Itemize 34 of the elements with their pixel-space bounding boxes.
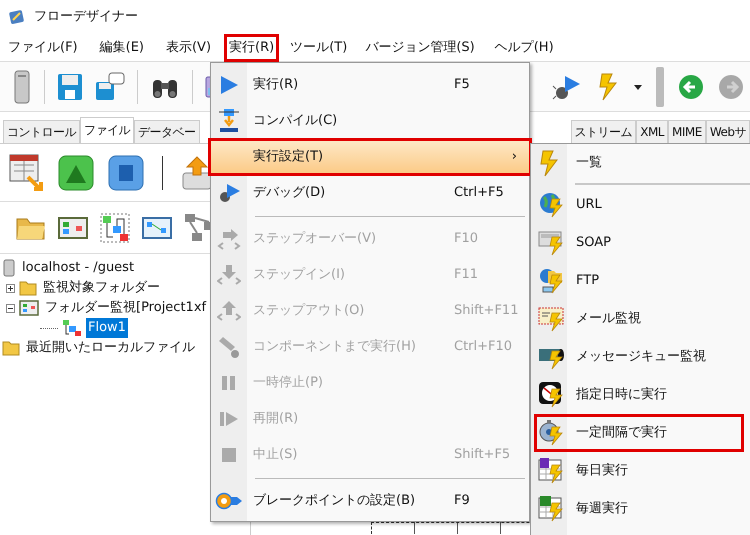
menu-item[interactable]: ファイル(F) — [3, 34, 83, 62]
menu-item[interactable]: デバッグ(D) Ctrl+F5 — [209, 175, 531, 211]
tab[interactable]: ストリーム — [570, 120, 636, 143]
window-title: フローデザイナー — [34, 8, 138, 26]
menu-item[interactable]: 一定間隔で実行 — [534, 414, 744, 452]
tab[interactable]: コントロール — [3, 120, 80, 143]
menu-item[interactable]: コンパイル(C) — [209, 103, 531, 139]
menu-item[interactable]: ブレークポイントの設定(B) F9 — [209, 483, 531, 519]
tree-item[interactable]: フォルダー監視[Project1xf — [43, 298, 208, 318]
menu-item[interactable]: 指定日時に実行 — [534, 376, 744, 414]
menu-item[interactable]: 実行設定(T) › — [209, 139, 531, 175]
tree-item[interactable]: localhost - /guest — [20, 258, 136, 278]
menu-item[interactable]: 一覧 — [534, 144, 744, 182]
tree-item[interactable]: 最近開いたローカルファイル — [24, 338, 197, 358]
menu-item[interactable]: メッセージキュー監視 — [534, 338, 744, 376]
menu-item[interactable]: バージョン管理(S) — [360, 34, 480, 62]
tree-item[interactable]: 監視対象フォルダー — [41, 278, 162, 298]
menu-item[interactable]: 実行(R) — [224, 34, 280, 62]
menu-item[interactable]: ツール(T) — [285, 34, 352, 62]
menu-item[interactable]: URL — [534, 186, 744, 224]
tab[interactable]: データベー — [134, 120, 200, 143]
menu-item[interactable]: 毎週実行 — [534, 490, 744, 528]
menu-item[interactable]: SOAP — [534, 224, 744, 262]
tab[interactable]: Webサ — [706, 120, 750, 143]
tab[interactable]: MIME — [668, 120, 706, 143]
menu-item[interactable]: 表示(V) — [160, 34, 216, 62]
menu-item[interactable]: メール監視 — [534, 300, 744, 338]
tab[interactable]: ファイル — [80, 117, 134, 143]
tree-item[interactable]: Flow1 — [86, 318, 128, 338]
menu-item[interactable]: FTP — [534, 262, 744, 300]
menu-item[interactable]: 毎日実行 — [534, 452, 744, 490]
tab[interactable]: XML — [636, 120, 668, 143]
menu-item[interactable]: 編集(E) — [94, 34, 149, 62]
menu-item[interactable]: ヘルプ(H) — [490, 34, 559, 62]
